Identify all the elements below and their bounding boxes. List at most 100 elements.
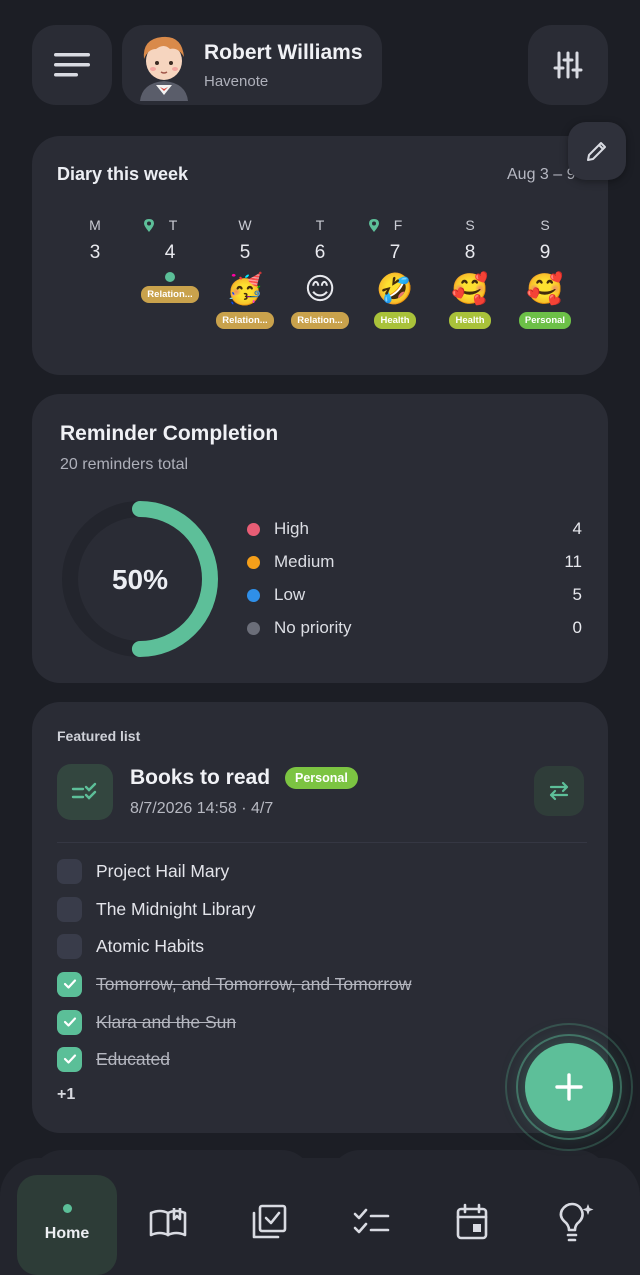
day-date: 5: [239, 242, 251, 263]
location-pin-icon: [143, 218, 154, 232]
item-text: Atomic Habits: [96, 935, 204, 956]
sliders-icon: [553, 51, 583, 79]
switch-list-button[interactable]: [534, 766, 584, 816]
checklist-icon-tile: [57, 764, 113, 820]
priority-legend-row: Medium 11: [247, 550, 582, 574]
reminder-title: Reminder Completion: [60, 422, 279, 445]
priority-label: High: [274, 519, 309, 538]
item-checkbox[interactable]: [57, 858, 82, 884]
divider: [57, 842, 587, 843]
day-of-week: F: [393, 217, 403, 233]
category-tag: Health: [449, 312, 491, 329]
diary-day[interactable]: T 6 😊 Relation...: [285, 216, 355, 334]
priority-dot: [247, 588, 260, 602]
reminder-completion-card[interactable]: Reminder Completion 20 reminders total 5…: [32, 394, 608, 683]
reminder-subtitle: 20 reminders total: [60, 456, 189, 473]
category-tag: Relation...: [216, 312, 274, 329]
list-item[interactable]: Klara and the Sun: [57, 1009, 236, 1035]
check-icon: [63, 1017, 76, 1027]
priority-count: 4: [572, 519, 582, 538]
day-of-week: S: [465, 217, 475, 233]
priority-count: 11: [564, 552, 582, 571]
item-text: Project Hail Mary: [96, 860, 230, 881]
day-date: 7: [389, 242, 401, 263]
task-copy-icon: [252, 1204, 287, 1239]
checklist-nav-icon: [353, 1208, 390, 1234]
category-tag: Relation...: [141, 286, 199, 303]
item-checkbox[interactable]: [57, 896, 82, 922]
list-item[interactable]: The Midnight Library: [57, 896, 256, 922]
day-of-week: M: [89, 217, 101, 233]
priority-dot: [247, 621, 260, 635]
item-text: Educated: [96, 1048, 170, 1069]
priority-label: Low: [274, 585, 306, 604]
day-date: 9: [539, 242, 551, 263]
category-badge: Personal: [285, 767, 358, 789]
lightbulb-sparkle-icon: [559, 1202, 594, 1242]
add-button[interactable]: [525, 1043, 613, 1131]
priority-dot: [247, 522, 260, 536]
list-item[interactable]: Educated: [57, 1046, 170, 1072]
mood-emoji: 🥳: [226, 273, 264, 306]
edit-diary-button[interactable]: [568, 122, 626, 180]
nav-home-label: Home: [44, 1225, 90, 1242]
item-text: The Midnight Library: [96, 898, 256, 919]
priority-legend-row: Low 5: [247, 583, 582, 607]
nav-lists[interactable]: [349, 1200, 393, 1244]
diary-day[interactable]: T 4 Relation...: [135, 216, 205, 308]
priority-count: 5: [572, 585, 582, 604]
item-checkbox[interactable]: [57, 933, 82, 959]
mood-emoji: 🤣: [376, 273, 414, 306]
calendar-icon: [456, 1203, 488, 1240]
app-name: Havenote: [204, 73, 269, 90]
check-icon: [63, 1054, 76, 1064]
filter-settings-button[interactable]: [528, 25, 608, 105]
day-date: 3: [89, 242, 101, 263]
plus-icon: [555, 1073, 583, 1101]
checklist-icon: [71, 782, 97, 800]
list-item[interactable]: Tomorrow, and Tomorrow, and Tomorrow: [57, 971, 411, 997]
list-title[interactable]: Books to read: [130, 766, 270, 790]
diary-day[interactable]: S 9 🥰 Personal: [510, 216, 580, 334]
priority-count: 0: [572, 618, 582, 637]
user-name: Robert Williams: [204, 41, 363, 64]
item-text: Tomorrow, and Tomorrow, and Tomorrow: [96, 973, 412, 994]
completion-percent: 50%: [112, 564, 168, 595]
item-checkbox[interactable]: [57, 1046, 82, 1072]
day-of-week: T: [168, 217, 178, 233]
priority-label: No priority: [274, 618, 352, 637]
nav-home[interactable]: Home: [17, 1175, 117, 1275]
day-of-week: S: [540, 217, 550, 233]
item-checkbox[interactable]: [57, 971, 82, 997]
priority-legend-row: High 4: [247, 517, 582, 541]
profile-chip[interactable]: Robert Williams Havenote: [122, 25, 382, 105]
mood-emoji: 🥰: [451, 273, 489, 306]
diary-card[interactable]: Diary this week Aug 3 – 9 M 3 T 4 Relation..…: [32, 136, 608, 375]
priority-legend-row: No priority 0: [247, 616, 582, 640]
day-date: 8: [464, 242, 476, 263]
nav-tasks[interactable]: [247, 1200, 291, 1244]
day-of-week: W: [238, 217, 252, 233]
active-indicator-dot: [63, 1204, 72, 1213]
day-date: 6: [314, 242, 326, 263]
mood-emoji: 🥰: [526, 273, 564, 306]
item-checkbox[interactable]: [57, 1009, 82, 1035]
item-text: Klara and the Sun: [96, 1011, 237, 1032]
diary-day[interactable]: W 5 🥳 Relation...: [210, 216, 280, 334]
list-item[interactable]: Atomic Habits: [57, 933, 204, 959]
swap-arrows-icon: [549, 781, 569, 801]
more-items-count[interactable]: +1: [57, 1086, 75, 1104]
diary-day[interactable]: S 8 🥰 Health: [435, 216, 505, 334]
nav-diary[interactable]: [146, 1200, 190, 1244]
diary-day[interactable]: F 7 🤣 Health: [360, 216, 430, 334]
diary-day[interactable]: M3: [60, 216, 130, 264]
nav-ideas[interactable]: [552, 1200, 596, 1244]
completion-ring: 50%: [62, 501, 218, 657]
menu-icon: [54, 53, 90, 77]
check-icon: [63, 979, 76, 989]
nav-calendar[interactable]: [450, 1200, 494, 1244]
menu-button[interactable]: [32, 25, 112, 105]
category-tag: Personal: [518, 312, 572, 329]
book-icon: [149, 1208, 187, 1237]
list-item[interactable]: Project Hail Mary: [57, 858, 229, 884]
